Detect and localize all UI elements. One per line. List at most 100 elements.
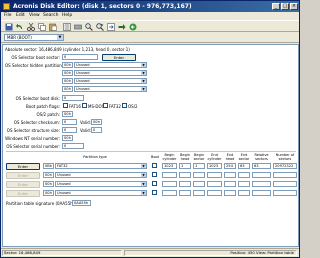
fat16-checkbox[interactable] <box>63 103 68 108</box>
chevron-down-icon[interactable]: ▼ <box>141 79 146 83</box>
forward-arrow-icon[interactable] <box>118 23 126 31</box>
partition-type-select[interactable]: Unused ▼ <box>55 190 147 196</box>
begin-sector-field[interactable]: 1 <box>193 163 205 169</box>
boot-checkbox[interactable] <box>152 181 157 186</box>
begin-sector-field[interactable] <box>193 172 205 178</box>
maximize-button[interactable]: □ <box>281 3 289 10</box>
hidden-code-field[interactable]: 00h <box>62 62 73 68</box>
menu-file[interactable]: File <box>4 13 12 18</box>
boot-sector-field[interactable]: 0 <box>62 54 98 60</box>
os-serial-field[interactable]: 0 <box>62 143 84 149</box>
chevron-down-icon[interactable]: ▼ <box>57 35 63 40</box>
checksum-valid-field[interactable]: 00h <box>91 119 102 125</box>
number-of-sectors-field[interactable] <box>273 190 297 196</box>
begin-head-field[interactable] <box>179 181 191 187</box>
begin-sector-field[interactable] <box>193 181 205 187</box>
sector-icon[interactable] <box>63 23 71 31</box>
chevron-down-icon[interactable]: ▼ <box>141 173 146 177</box>
save-icon[interactable] <box>5 23 13 31</box>
begin-sector-field[interactable] <box>193 190 205 196</box>
begin-cylinder-field[interactable]: 1023 <box>162 163 177 169</box>
end-cylinder-field[interactable] <box>207 172 222 178</box>
chevron-down-icon[interactable]: ▼ <box>141 71 146 75</box>
chevron-down-icon[interactable]: ▼ <box>141 191 146 195</box>
relative-sectors-field[interactable] <box>252 172 271 178</box>
chevron-down-icon[interactable]: ▼ <box>141 164 146 168</box>
end-cylinder-field[interactable] <box>207 181 222 187</box>
partition-enter-button[interactable]: Enter <box>6 181 40 188</box>
number-of-sectors-field[interactable]: 20972322 <box>273 163 297 169</box>
copy-icon[interactable] <box>38 23 46 31</box>
find-icon[interactable] <box>85 23 93 31</box>
hidden-type-select[interactable]: Unused ▼ <box>74 78 147 84</box>
partition-code-field[interactable]: 00h <box>43 190 54 196</box>
msdos-checkbox[interactable] <box>82 103 87 108</box>
end-head-field[interactable] <box>224 181 236 187</box>
relative-sectors-field[interactable] <box>252 181 271 187</box>
end-cylinder-field[interactable]: 1023 <box>207 163 222 169</box>
checksum-field[interactable]: 0 <box>62 119 77 125</box>
signature-field[interactable]: 0AA55h <box>72 200 91 206</box>
partition-code-field[interactable]: 00h <box>43 181 54 187</box>
chevron-down-icon[interactable]: ▼ <box>141 182 146 186</box>
begin-head-field[interactable] <box>179 172 191 178</box>
relative-sectors-field[interactable]: 63 <box>252 163 271 169</box>
begin-head-field[interactable]: 1 <box>179 163 191 169</box>
end-head-field[interactable] <box>224 172 236 178</box>
begin-cylinder-field[interactable] <box>162 172 177 178</box>
minimize-button[interactable]: _ <box>272 3 280 10</box>
view-selector[interactable]: MBR (BOOT) ▼ <box>4 34 64 41</box>
begin-cylinder-field[interactable] <box>162 190 177 196</box>
os2-patch-field[interactable]: 00h <box>62 111 73 117</box>
end-sector-field[interactable] <box>238 181 250 187</box>
paste-icon[interactable] <box>49 23 57 31</box>
hidden-type-select[interactable]: Unused ▼ <box>74 70 147 76</box>
cut-icon[interactable] <box>27 23 35 31</box>
menu-view[interactable]: View <box>29 13 40 18</box>
hidden-code-field[interactable]: 00h <box>62 86 73 92</box>
partition-type-select[interactable]: Unused ▼ <box>55 172 147 178</box>
chevron-down-icon[interactable]: ▼ <box>141 63 146 67</box>
os2-checkbox[interactable] <box>122 103 127 108</box>
structure-size-field[interactable]: 0 <box>62 127 77 133</box>
enter-button[interactable]: Enter <box>102 54 136 61</box>
partition-code-field[interactable]: 00h <box>43 172 54 178</box>
partition-type-select[interactable]: FAT32 ▼ <box>55 163 147 169</box>
end-sector-field[interactable] <box>238 172 250 178</box>
title-bar[interactable]: Acronis Disk Editor: (disk 1, sectors 0 … <box>1 1 299 12</box>
boot-checkbox[interactable] <box>152 190 157 195</box>
number-of-sectors-field[interactable] <box>273 172 297 178</box>
boot-disk-field[interactable]: 0 <box>62 95 84 101</box>
partition-enter-button[interactable]: Enter <box>6 172 40 179</box>
menu-search[interactable]: Search <box>43 13 58 18</box>
goto-icon[interactable] <box>107 23 115 31</box>
end-cylinder-field[interactable] <box>207 190 222 196</box>
menu-edit[interactable]: Edit <box>16 13 25 18</box>
partition-type-select[interactable]: Unused ▼ <box>55 181 147 187</box>
hidden-code-field[interactable]: 00h <box>62 70 73 76</box>
begin-cylinder-field[interactable] <box>162 181 177 187</box>
fat32-checkbox[interactable] <box>103 103 108 108</box>
end-head-field[interactable] <box>224 190 236 196</box>
structure-valid-field[interactable]: 0 <box>91 127 102 133</box>
end-sector-field[interactable]: 63 <box>238 163 250 169</box>
close-button[interactable]: × <box>290 3 298 10</box>
end-head-field[interactable]: 254 <box>224 163 236 169</box>
nt-serial-field[interactable]: 00h <box>62 135 73 141</box>
menu-help[interactable]: Help <box>62 13 72 18</box>
chevron-down-icon[interactable]: ▼ <box>141 87 146 91</box>
boot-checkbox[interactable] <box>152 172 157 177</box>
partition-enter-button[interactable]: Enter <box>6 163 40 170</box>
find-next-icon[interactable] <box>96 23 104 31</box>
relative-sectors-field[interactable] <box>252 190 271 196</box>
back-circle-icon[interactable] <box>129 23 137 31</box>
disk-icon[interactable] <box>74 23 82 31</box>
hidden-code-field[interactable]: 00h <box>62 78 73 84</box>
partition-enter-button[interactable]: Enter <box>6 190 40 197</box>
hidden-type-select[interactable]: Unused ▼ <box>74 62 147 68</box>
boot-checkbox[interactable] <box>152 163 157 168</box>
undo-icon[interactable] <box>16 23 24 31</box>
number-of-sectors-field[interactable] <box>273 181 297 187</box>
begin-head-field[interactable] <box>179 190 191 196</box>
partition-code-field[interactable]: 0Bh <box>43 163 54 169</box>
